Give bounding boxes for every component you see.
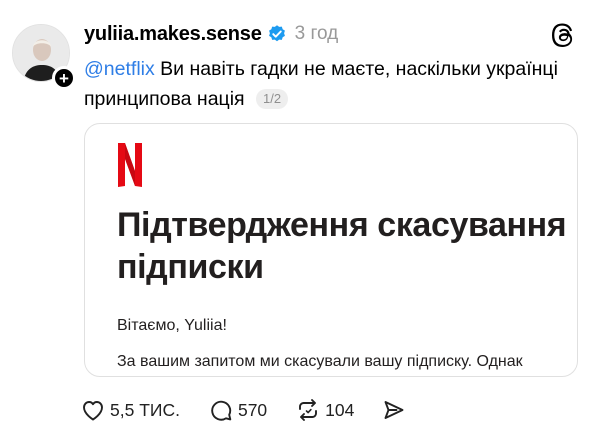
share-icon	[384, 401, 404, 419]
card-title: Підтвердження скасування підписки	[117, 206, 567, 286]
reply-button[interactable]: 570	[208, 397, 267, 423]
heart-icon	[83, 401, 103, 421]
verified-badge-icon	[267, 24, 287, 44]
mention-link[interactable]: @netflix	[84, 58, 155, 80]
avatar-wrap[interactable]: +	[12, 24, 76, 90]
threads-logo-icon[interactable]	[551, 22, 577, 48]
follow-plus-icon[interactable]: +	[52, 66, 76, 90]
like-button[interactable]: 5,5 ТИС.	[80, 397, 180, 423]
like-count: 5,5 ТИС.	[110, 399, 180, 420]
repost-button[interactable]: 104	[295, 397, 354, 423]
share-button[interactable]	[382, 398, 406, 422]
reply-count: 570	[237, 399, 268, 420]
thread-pager: 1/2	[256, 89, 289, 109]
post-text: @netflix Ви навіть гадки не маєте, наскі…	[84, 54, 574, 114]
card-body-text: За вашим запитом ми скасували вашу підпи…	[117, 353, 523, 370]
repost-count: 104	[325, 399, 355, 420]
attached-image-card[interactable]: Підтвердження скасування підписки Вітаєм…	[84, 123, 578, 377]
post-header: yuliia.makes.sense 3 год	[84, 20, 338, 48]
repost-icon	[299, 399, 318, 421]
post-body: Ви навіть гадки не маєте, наскільки укра…	[84, 58, 558, 110]
post-time: 3 год	[294, 23, 339, 44]
netflix-logo-icon	[118, 143, 142, 187]
comment-icon	[211, 400, 232, 421]
username[interactable]: yuliia.makes.sense	[84, 23, 262, 46]
card-greeting: Вітаємо, Yuliia!	[117, 317, 227, 334]
action-bar: 5,5 ТИС. 570 104	[80, 395, 434, 425]
